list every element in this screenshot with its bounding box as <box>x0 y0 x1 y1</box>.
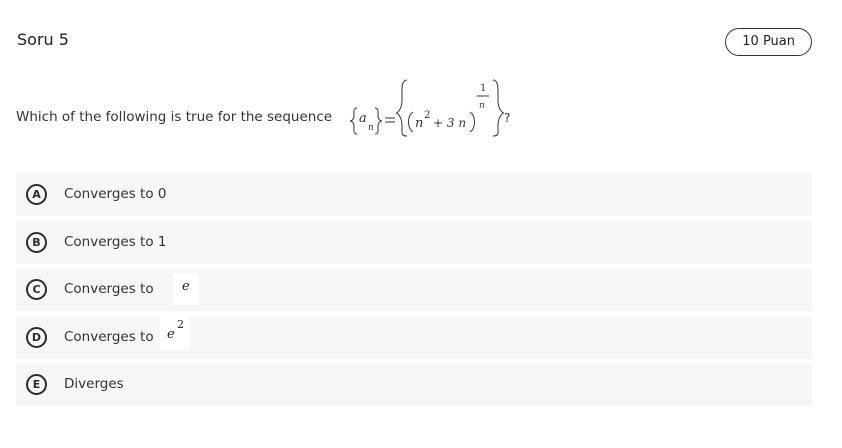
option-e[interactable]: E Diverges <box>16 363 812 406</box>
exp-denominator: n <box>479 101 485 111</box>
math-e-base: e <box>167 326 175 342</box>
sequence-formula: a n n 2 + 3 n 1 n <box>349 79 504 137</box>
seq-sub: n <box>368 123 374 133</box>
option-letter-d: D <box>26 326 47 348</box>
option-a[interactable]: A Converges to 0 <box>16 173 812 216</box>
option-letter-e: E <box>26 374 47 395</box>
option-text-c: Converges to <box>64 281 154 297</box>
question-mark: ? <box>504 111 511 125</box>
question-body: Which of the following is true for the s… <box>16 76 806 137</box>
option-letter-a: A <box>26 184 47 205</box>
option-text-e: Diverges <box>64 376 124 392</box>
option-text-a: Converges to 0 <box>64 186 167 202</box>
option-d[interactable]: D Converges to e 2 <box>16 313 812 359</box>
question-title: Soru 5 <box>17 30 69 49</box>
option-letter-c: C <box>26 279 47 300</box>
math-e-exp: 2 <box>177 317 184 331</box>
formula-base: n <box>415 116 423 131</box>
formula-plus-term: + 3 n <box>433 116 466 130</box>
option-c[interactable]: C Converges to e <box>16 268 812 311</box>
math-e: e <box>182 279 190 294</box>
question-header: Soru 5 10 Puan <box>17 28 812 56</box>
answer-options: A Converges to 0 B Converges to 1 C Conv… <box>16 173 812 411</box>
formula-base-exp: 2 <box>424 110 430 121</box>
question-text: Which of the following is true for the s… <box>16 109 333 125</box>
option-text-d: Converges to <box>64 328 154 345</box>
option-math-c: e <box>173 273 199 305</box>
option-letter-b: B <box>26 231 47 253</box>
option-text-b: Converges to 1 <box>64 233 167 250</box>
seq-var: a <box>359 111 367 126</box>
exp-numerator: 1 <box>480 83 486 94</box>
option-b[interactable]: B Converges to 1 <box>16 220 812 264</box>
option-math-d: e 2 <box>160 313 190 350</box>
points-badge: 10 Puan <box>725 28 812 56</box>
